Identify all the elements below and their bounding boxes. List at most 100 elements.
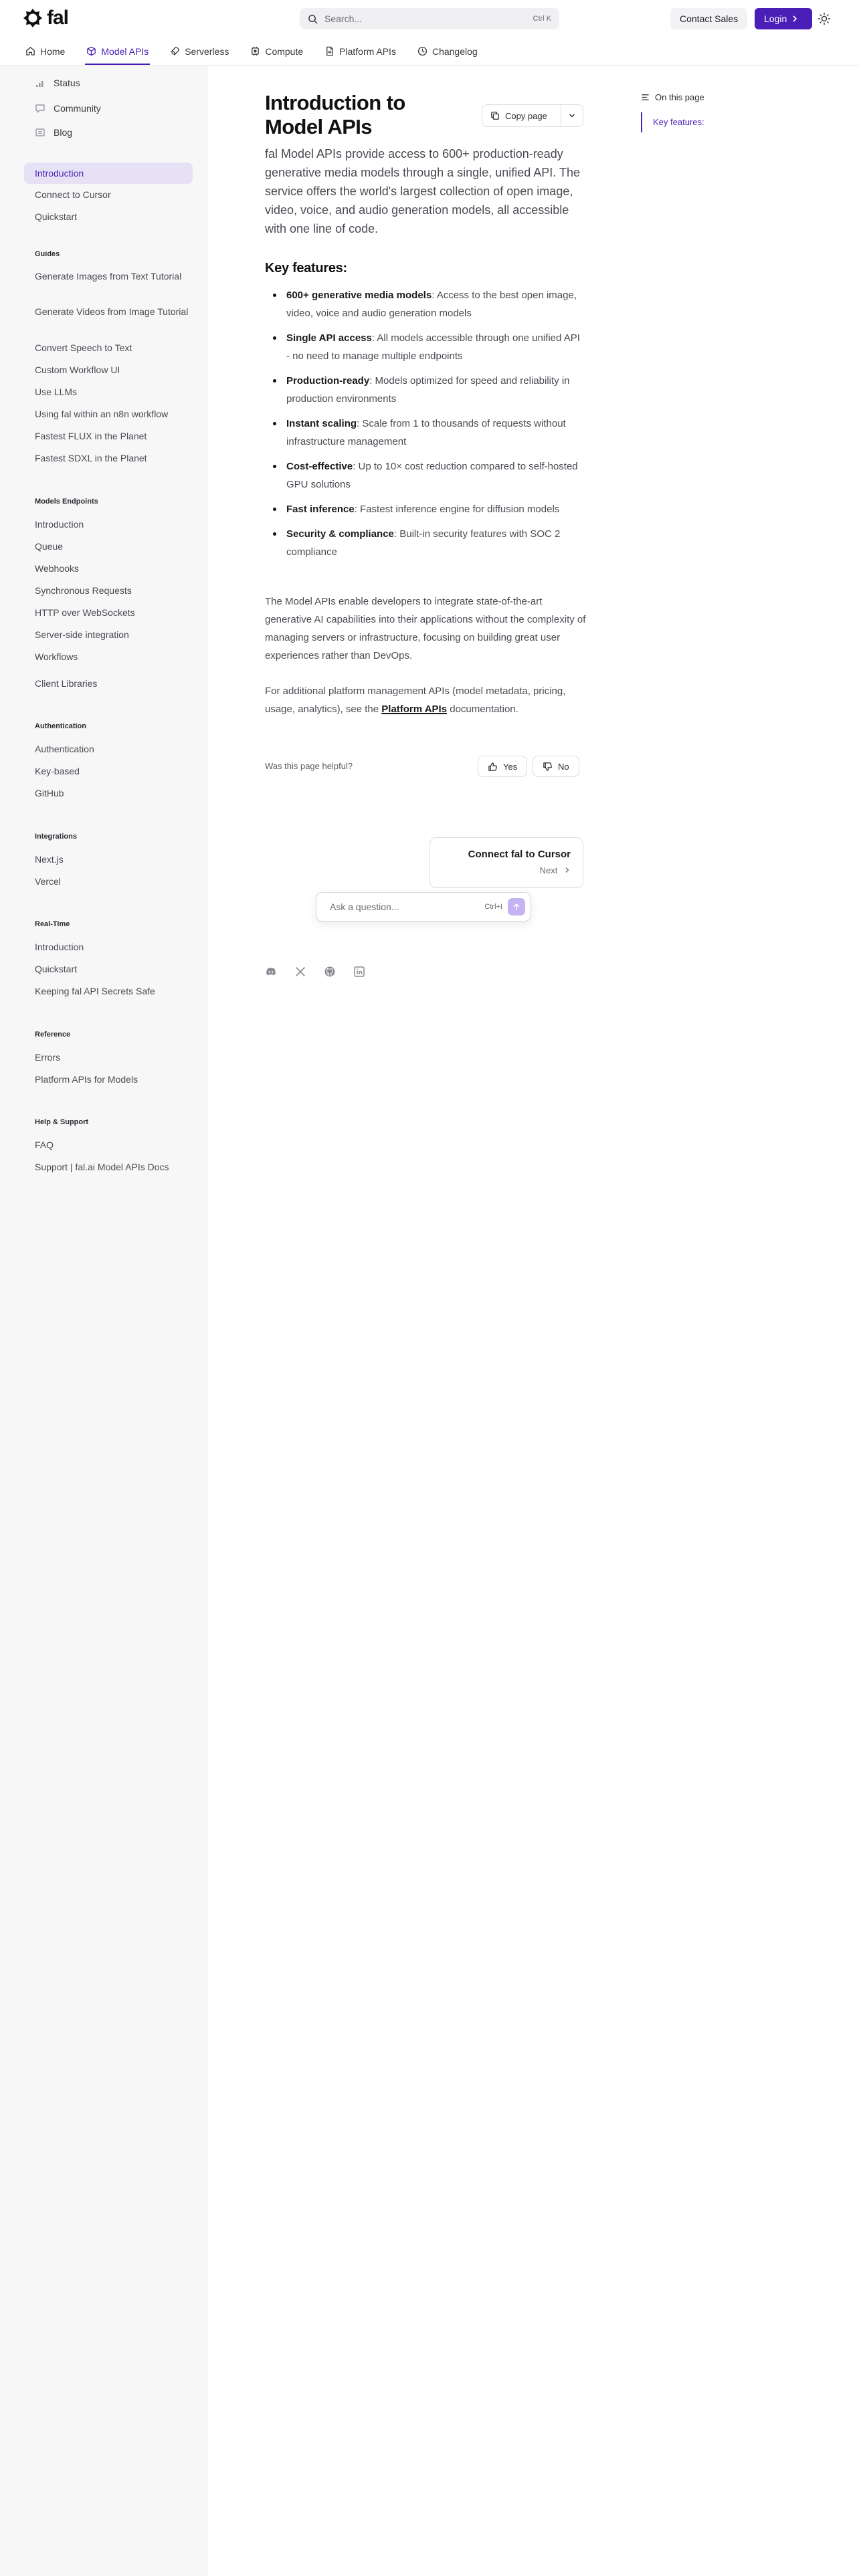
vote-no-button[interactable]: No bbox=[533, 756, 579, 777]
sidebar-item-nextjs[interactable]: Next.js bbox=[35, 853, 189, 866]
sidebar-item-quickstart[interactable]: Quickstart bbox=[35, 210, 189, 223]
search-placeholder: Search... bbox=[324, 13, 363, 24]
feature-name: Cost-effective bbox=[286, 461, 353, 472]
sidebar-item-github[interactable]: GitHub bbox=[35, 786, 189, 800]
signal-icon bbox=[36, 81, 43, 87]
sidebar-item-realtime-introduction[interactable]: Introduction bbox=[35, 940, 189, 954]
sidebar-item-synchronous-requests[interactable]: Synchronous Requests bbox=[35, 584, 189, 597]
sidebar-item-key-based[interactable]: Key-based bbox=[35, 764, 189, 778]
vote-yes-label: Yes bbox=[503, 761, 518, 772]
sidebar-item-workflows[interactable]: Workflows bbox=[35, 650, 189, 663]
sun-icon[interactable] bbox=[818, 12, 831, 25]
feature-name: 600+ generative media models bbox=[286, 290, 432, 301]
tab-serverless[interactable]: Serverless bbox=[169, 37, 230, 65]
sidebar-group-help-support: Help & Support bbox=[35, 1118, 89, 1126]
sidebar-item-authentication[interactable]: Authentication bbox=[35, 742, 189, 756]
tab-model-apis[interactable]: Model APIs bbox=[85, 37, 151, 65]
sidebar-link-status[interactable]: Status bbox=[35, 78, 80, 88]
sidebar-item-platform-apis-for-models[interactable]: Platform APIs for Models bbox=[35, 1073, 189, 1086]
sidebar-item-vercel[interactable]: Vercel bbox=[35, 875, 189, 888]
chevron-down-icon bbox=[569, 114, 575, 118]
home-icon bbox=[26, 47, 35, 56]
vote-yes-button[interactable]: Yes bbox=[478, 756, 528, 777]
platform-apis-link[interactable]: Platform APIs bbox=[381, 704, 447, 715]
toc-item-key-features[interactable]: Key features: bbox=[653, 117, 704, 127]
sidebar-link-community-label: Community bbox=[54, 103, 101, 114]
copy-page-button[interactable]: Copy page bbox=[482, 104, 583, 127]
lead-paragraph: fal Model APIs provide access to 600+ pr… bbox=[265, 147, 580, 235]
sidebar-item-server-side-integration[interactable]: Server-side integration bbox=[35, 628, 189, 641]
contact-sales-button[interactable]: Contact Sales bbox=[670, 8, 748, 29]
sidebar-item-n8n-workflow[interactable]: Using fal within an n8n workflow bbox=[35, 407, 189, 421]
sidebar-item-errors[interactable]: Errors bbox=[35, 1051, 189, 1064]
ask-shortcut: Ctrl+I bbox=[484, 903, 502, 911]
toc-heading-label: On this page bbox=[655, 92, 704, 102]
tab-changelog-label: Changelog bbox=[432, 45, 478, 57]
sidebar-item-secrets-safe[interactable]: Keeping fal API Secrets Safe bbox=[35, 984, 189, 998]
rocket-icon bbox=[171, 47, 179, 56]
page-title: Introduction to Model APIs bbox=[265, 91, 405, 138]
linkedin-icon[interactable] bbox=[353, 966, 365, 978]
list-item: Instant scaling: Scale from 1 to thousan… bbox=[265, 415, 586, 451]
next-page-card[interactable]: Connect fal to Cursor Next bbox=[430, 837, 583, 888]
sidebar-item-generate-videos[interactable]: Generate Videos from Image Tutorial bbox=[35, 305, 189, 318]
tab-changelog[interactable]: Changelog bbox=[416, 37, 479, 65]
tab-platform-apis[interactable]: Platform APIs bbox=[323, 37, 397, 65]
copy-icon bbox=[491, 112, 499, 120]
github-icon[interactable] bbox=[324, 966, 336, 978]
fal-logo[interactable]: fal bbox=[23, 8, 69, 28]
login-button[interactable]: Login bbox=[755, 8, 812, 29]
sidebar-item-speech-to-text[interactable]: Convert Speech to Text bbox=[35, 341, 189, 354]
sidebar-item-support[interactable]: Support | fal.ai Model APIs Docs bbox=[35, 1160, 189, 1174]
x-icon[interactable] bbox=[294, 966, 306, 978]
copy-page-main[interactable]: Copy page bbox=[482, 105, 561, 126]
next-page-label: Next bbox=[539, 865, 558, 875]
cube-icon bbox=[87, 46, 96, 56]
helpful-question: Was this page helpful? bbox=[265, 761, 353, 771]
sidebar-link-status-label: Status bbox=[54, 78, 80, 88]
sidebar-link-blog[interactable]: Blog bbox=[35, 127, 72, 138]
sidebar-item-custom-workflow-ui[interactable]: Custom Workflow UI bbox=[35, 363, 189, 377]
social-links bbox=[265, 966, 365, 978]
sidebar-item-endpoints-introduction[interactable]: Introduction bbox=[35, 518, 189, 531]
nav-tabs: Home Model APIs Serverless Compute Platf… bbox=[0, 37, 859, 66]
send-button[interactable] bbox=[508, 898, 525, 916]
list-item: Cost-effective: Up to 10× cost reduction… bbox=[265, 457, 586, 494]
chat-icon bbox=[35, 104, 45, 113]
sidebar-item-generate-images[interactable]: Generate Images from Text Tutorial bbox=[35, 270, 189, 283]
sidebar-item-connect-to-cursor[interactable]: Connect to Cursor bbox=[35, 188, 189, 201]
sidebar-group-guides: Guides bbox=[35, 250, 60, 258]
sidebar-item-http-websockets[interactable]: HTTP over WebSockets bbox=[35, 606, 189, 619]
chevron-right-icon bbox=[565, 867, 569, 873]
feature-name: Instant scaling bbox=[286, 418, 357, 429]
tab-model-apis-label: Model APIs bbox=[101, 45, 149, 57]
ask-question-input[interactable]: Ask a question... Ctrl+I bbox=[316, 892, 531, 922]
document-icon bbox=[326, 46, 333, 56]
sidebar-group-authentication: Authentication bbox=[35, 722, 86, 730]
tab-compute[interactable]: Compute bbox=[249, 37, 304, 65]
discord-icon[interactable] bbox=[265, 966, 277, 978]
search-input[interactable]: Search... Ctrl K bbox=[300, 8, 559, 29]
sidebar-item-fastest-sdxl[interactable]: Fastest SDXL in the Planet bbox=[35, 451, 189, 465]
para2-text-after: documentation. bbox=[447, 704, 518, 715]
sidebar-item-queue[interactable]: Queue bbox=[35, 540, 189, 553]
sidebar-item-webhooks[interactable]: Webhooks bbox=[35, 562, 189, 575]
feature-name: Fast inference bbox=[286, 504, 355, 515]
arrow-up-icon bbox=[513, 903, 520, 910]
copy-page-dropdown[interactable] bbox=[561, 113, 583, 118]
list-item: 600+ generative media models: Access to … bbox=[265, 286, 586, 322]
sidebar-item-realtime-quickstart[interactable]: Quickstart bbox=[35, 962, 189, 976]
next-page-title: Connect fal to Cursor bbox=[468, 849, 571, 860]
tab-compute-label: Compute bbox=[265, 45, 304, 57]
toc-active-indicator bbox=[641, 112, 642, 132]
fal-logo-mark-icon bbox=[23, 9, 42, 27]
sidebar-item-use-llms[interactable]: Use LLMs bbox=[35, 385, 189, 399]
feature-name: Production-ready bbox=[286, 375, 370, 387]
sidebar-item-introduction[interactable]: Introduction bbox=[24, 163, 193, 184]
sidebar-item-client-libraries[interactable]: Client Libraries bbox=[35, 677, 189, 690]
sidebar-link-community[interactable]: Community bbox=[35, 103, 101, 114]
list-item: Single API access: All models accessible… bbox=[265, 329, 586, 365]
sidebar-item-faq[interactable]: FAQ bbox=[35, 1138, 189, 1152]
tab-home[interactable]: Home bbox=[24, 37, 66, 65]
sidebar-item-fastest-flux[interactable]: Fastest FLUX in the Planet bbox=[35, 429, 189, 443]
